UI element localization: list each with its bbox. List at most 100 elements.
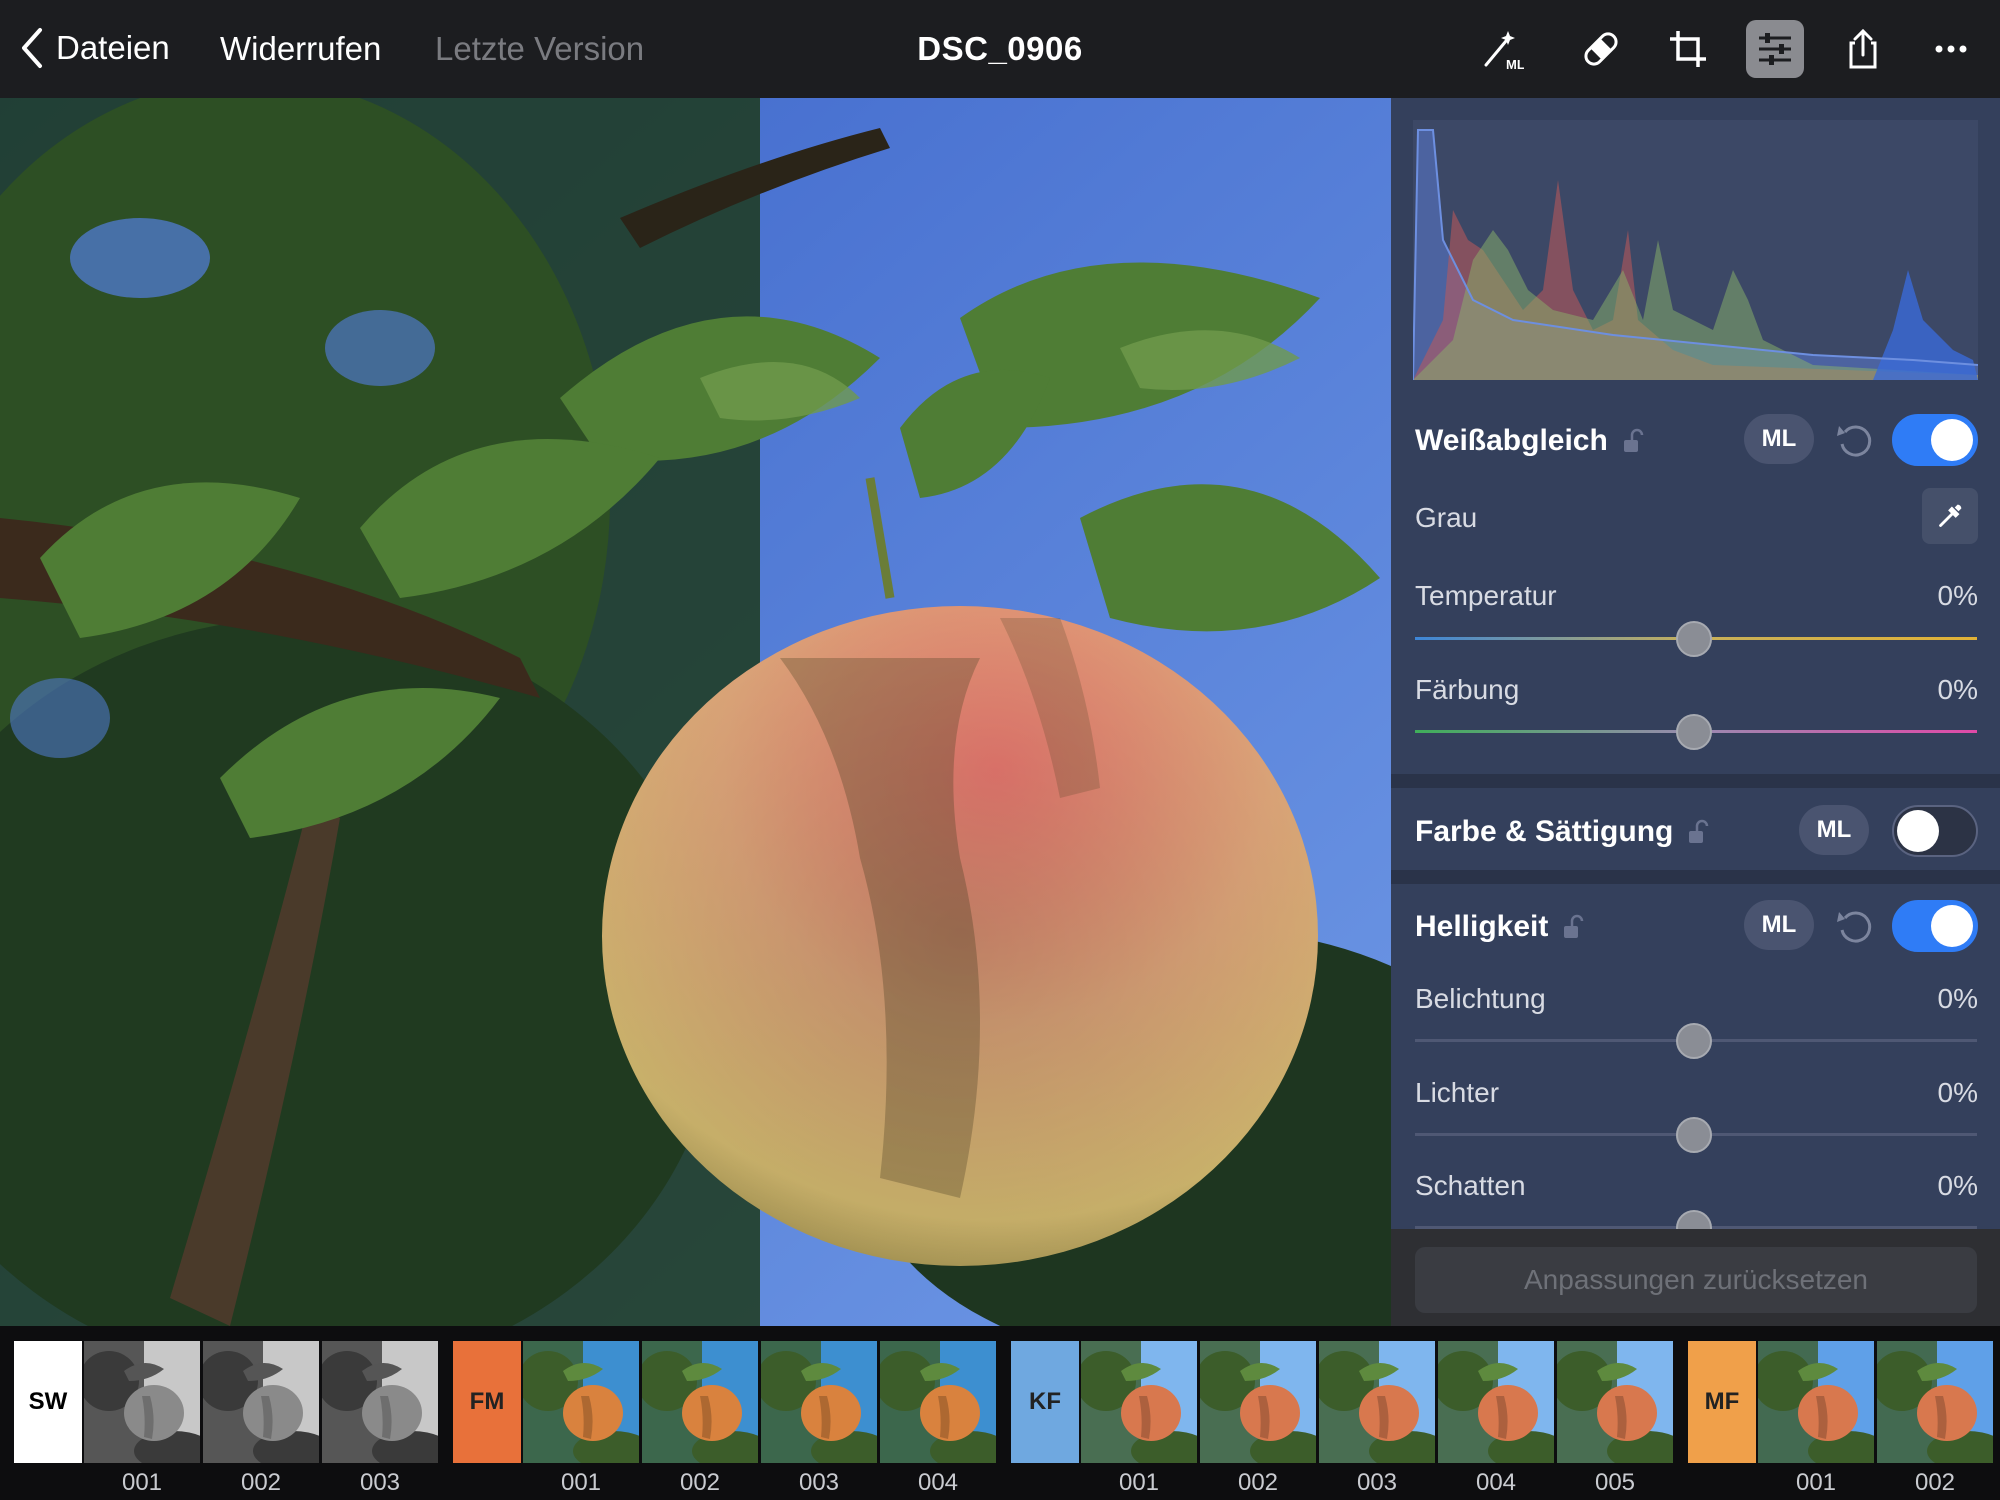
thumbnail-image [1758, 1341, 1874, 1463]
brightness-header[interactable]: Helligkeit [1415, 910, 1584, 944]
thumbnail-image [1081, 1341, 1197, 1463]
gray-label: Grau [1415, 502, 1478, 533]
eyedropper-icon [1939, 504, 1962, 527]
exposure-value: 0% [1937, 983, 1978, 1014]
exposure-label: Belichtung [1415, 983, 1546, 1014]
exposure-slider-thumb[interactable] [1676, 1023, 1712, 1059]
filter-thumbnail[interactable] [880, 1341, 996, 1463]
share-tool-button[interactable] [1834, 20, 1892, 78]
section-divider [1391, 774, 2000, 788]
section-divider [1391, 870, 2000, 884]
filter-thumbnail-label: 002 [1914, 1469, 1956, 1496]
filter-thumbnail[interactable] [1758, 1341, 1874, 1463]
color-saturation-title: Farbe & Sättigung [1415, 815, 1674, 848]
svg-text:ML: ML [1506, 57, 1524, 71]
filter-thumbnail-label: 001 [1118, 1469, 1160, 1496]
filter-thumbnail[interactable] [1200, 1341, 1316, 1463]
healing-bandage-icon [1584, 32, 1618, 66]
filter-thumbnail-label: 001 [1795, 1469, 1837, 1496]
eyedropper-button[interactable] [1922, 488, 1978, 544]
thumbnail-image [1438, 1341, 1554, 1463]
shadows-value: 0% [1937, 1170, 1978, 1201]
crop-icon [1670, 31, 1706, 67]
brightness-toggle[interactable] [1892, 900, 1978, 952]
top-toolbar: Dateien Widerrufen Letzte Version DSC_09… [0, 0, 2000, 98]
thumbnail-image [84, 1341, 200, 1463]
highlights-value: 0% [1937, 1077, 1978, 1108]
filter-thumbnail[interactable] [203, 1341, 319, 1463]
filter-thumbnail-label: 004 [1475, 1469, 1517, 1496]
adjustments-icon [1759, 33, 1791, 65]
apple-photo [0, 98, 1391, 1326]
thumbnail-image [1319, 1341, 1435, 1463]
temperature-value: 0% [1937, 580, 1978, 611]
color-saturation-toggle[interactable] [1892, 805, 1978, 857]
temperature-label: Temperatur [1415, 580, 1557, 611]
filter-thumbnail[interactable] [1081, 1341, 1197, 1463]
filter-thumbnail-label: 001 [560, 1469, 602, 1496]
tint-label: Färbung [1415, 674, 1520, 705]
temperature-slider-thumb[interactable] [1676, 621, 1712, 657]
filter-thumbnail-label: 002 [679, 1469, 721, 1496]
filter-thumbnail[interactable] [761, 1341, 877, 1463]
white-balance-ml-button[interactable]: ML [1744, 414, 1814, 464]
thumbnail-image [880, 1341, 996, 1463]
reset-icon[interactable] [1833, 904, 1877, 948]
more-icon [1935, 45, 1967, 53]
thumbnail-image [1557, 1341, 1673, 1463]
white-balance-header[interactable]: Weißabgleich [1415, 424, 1644, 458]
filter-group-tag[interactable]: SW [14, 1341, 82, 1463]
filter-thumbnail-label: 001 [121, 1469, 163, 1496]
filter-group-tag[interactable]: FM [453, 1341, 521, 1463]
filter-group-tag[interactable]: KF [1011, 1341, 1079, 1463]
toggle-knob [1931, 905, 1973, 947]
highlights-slider-thumb[interactable] [1676, 1117, 1712, 1153]
brightness-title: Helligkeit [1415, 910, 1549, 943]
unlock-icon[interactable] [1562, 914, 1584, 940]
histogram [1413, 120, 1978, 380]
filter-thumbnail[interactable] [1319, 1341, 1435, 1463]
highlights-label: Lichter [1415, 1077, 1500, 1108]
tint-slider-thumb[interactable] [1676, 714, 1712, 750]
white-balance-title: Weißabgleich [1415, 424, 1608, 457]
filter-thumbnail[interactable] [84, 1341, 200, 1463]
filter-thumbnail[interactable] [523, 1341, 639, 1463]
crop-tool-button[interactable] [1659, 20, 1717, 78]
filter-thumbnail[interactable] [1438, 1341, 1554, 1463]
filter-group-tag[interactable]: MF [1688, 1341, 1756, 1463]
filter-thumbnail[interactable] [1557, 1341, 1673, 1463]
filter-thumbnail-label: 003 [359, 1469, 401, 1496]
thumbnail-image [642, 1341, 758, 1463]
tint-value: 0% [1937, 674, 1978, 705]
toggle-knob [1931, 419, 1973, 461]
filter-thumbnail-label: 004 [917, 1469, 959, 1496]
filter-thumbnail[interactable] [322, 1341, 438, 1463]
white-balance-toggle[interactable] [1892, 414, 1978, 466]
filter-thumbnail-label: 002 [240, 1469, 282, 1496]
adjustments-tool-button[interactable] [1746, 20, 1804, 78]
filter-filmstrip: SW 001 002 003 FM 001 002 003 004 KF 001 002 003 004 0… [0, 1326, 2000, 1500]
thumbnail-image [523, 1341, 639, 1463]
healing-tool-button[interactable] [1572, 20, 1630, 78]
photo-canvas[interactable] [0, 98, 1391, 1326]
unlock-icon[interactable] [1622, 428, 1644, 454]
filter-thumbnail-label: 003 [1356, 1469, 1398, 1496]
filter-thumbnail-label: 005 [1594, 1469, 1636, 1496]
brightness-ml-button[interactable]: ML [1744, 900, 1814, 950]
ml-magic-tool-button[interactable]: ML [1473, 20, 1531, 78]
filter-thumbnail[interactable] [1877, 1341, 1993, 1463]
thumbnail-image [322, 1341, 438, 1463]
reset-icon[interactable] [1833, 418, 1877, 462]
unlock-icon[interactable] [1687, 819, 1709, 845]
thumbnail-image [761, 1341, 877, 1463]
color-saturation-header[interactable]: Farbe & Sättigung [1415, 815, 1709, 849]
shadows-label: Schatten [1415, 1170, 1526, 1201]
thumbnail-image [203, 1341, 319, 1463]
ml-magic-icon: ML [1484, 31, 1524, 71]
filter-thumbnail-label: 003 [798, 1469, 840, 1496]
more-tool-button[interactable] [1922, 20, 1980, 78]
reset-adjustments-button[interactable]: Anpassungen zurücksetzen [1415, 1247, 1977, 1313]
color-saturation-ml-button[interactable]: ML [1799, 805, 1869, 855]
filter-thumbnail[interactable] [642, 1341, 758, 1463]
thumbnail-image [1877, 1341, 1993, 1463]
